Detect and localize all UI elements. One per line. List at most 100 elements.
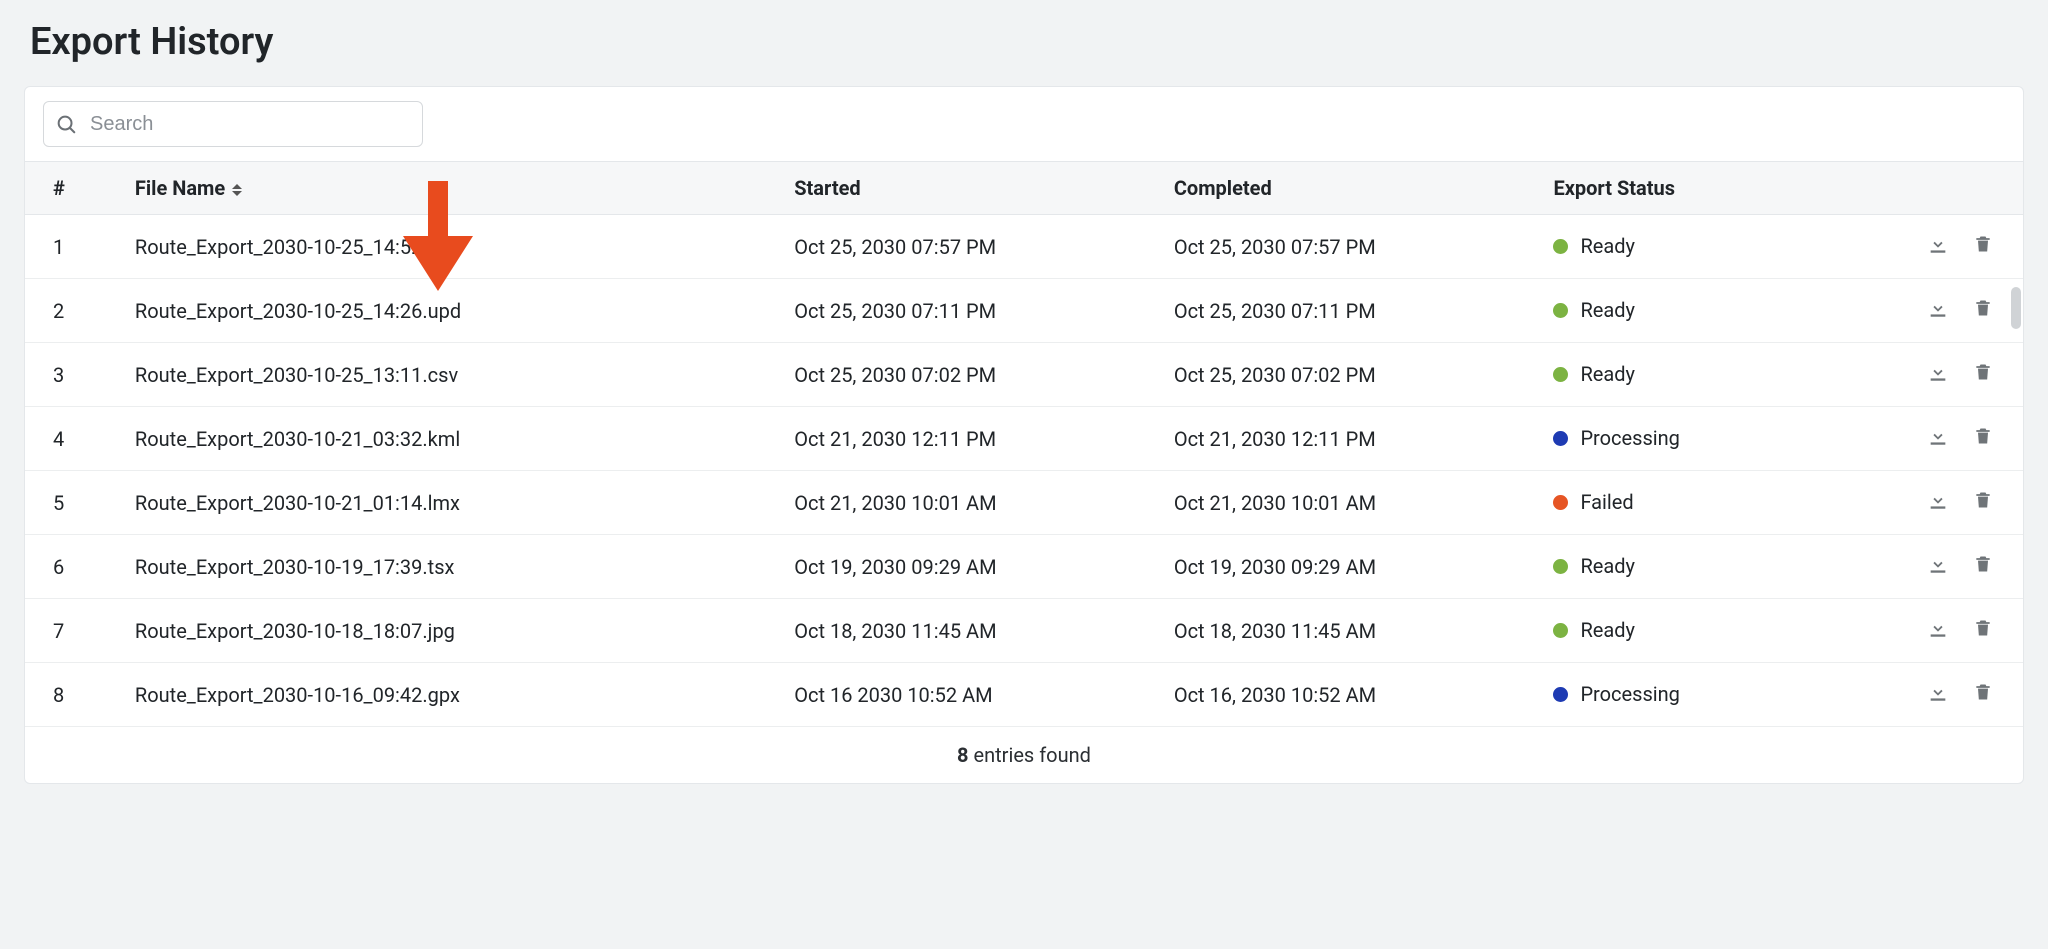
row-started: Oct 25, 2030 07:02 PM	[784, 343, 1164, 407]
search-icon	[55, 113, 77, 135]
table-row: 7Route_Export_2030-10-18_18:07.jpgOct 18…	[25, 599, 2023, 663]
status-label: Ready	[1580, 618, 1635, 642]
page-title: Export History	[30, 20, 2024, 64]
row-started: Oct 18, 2030 11:45 AM	[784, 599, 1164, 663]
trash-icon[interactable]	[1973, 489, 1993, 511]
col-header-filename-label: File Name	[135, 176, 225, 200]
trash-icon[interactable]	[1973, 681, 1993, 703]
table-row: 8Route_Export_2030-10-16_09:42.gpxOct 16…	[25, 663, 2023, 727]
trash-icon[interactable]	[1973, 553, 1993, 575]
status-label: Ready	[1580, 554, 1635, 578]
download-icon[interactable]	[1927, 297, 1949, 319]
entries-count: 8 entries found	[25, 726, 2023, 783]
status-label: Ready	[1580, 298, 1635, 322]
download-icon[interactable]	[1927, 425, 1949, 447]
row-started: Oct 21, 2030 10:01 AM	[784, 471, 1164, 535]
row-index: 2	[25, 279, 125, 343]
row-actions	[1823, 663, 2023, 727]
trash-icon[interactable]	[1973, 617, 1993, 639]
row-status: Ready	[1543, 599, 1823, 663]
row-actions	[1823, 599, 2023, 663]
row-completed: Oct 25, 2030 07:02 PM	[1164, 343, 1544, 407]
row-actions	[1823, 343, 2023, 407]
row-filename: Route_Export_2030-10-16_09:42.gpx	[125, 663, 784, 727]
row-completed: Oct 21, 2030 12:11 PM	[1164, 407, 1544, 471]
status-dot-icon	[1553, 687, 1568, 702]
row-actions	[1823, 535, 2023, 599]
col-header-filename[interactable]: File Name	[125, 162, 784, 215]
row-index: 5	[25, 471, 125, 535]
row-index: 8	[25, 663, 125, 727]
row-started: Oct 25, 2030 07:57 PM	[784, 215, 1164, 279]
row-filename: Route_Export_2030-10-19_17:39.tsx	[125, 535, 784, 599]
entries-count-number: 8	[957, 743, 968, 767]
status-dot-icon	[1553, 559, 1568, 574]
download-icon[interactable]	[1927, 553, 1949, 575]
row-status: Failed	[1543, 471, 1823, 535]
status-dot-icon	[1553, 367, 1568, 382]
row-filename: Route_Export_2030-10-21_03:32.kml	[125, 407, 784, 471]
scrollbar-thumb[interactable]	[2011, 287, 2021, 329]
row-completed: Oct 25, 2030 07:11 PM	[1164, 279, 1544, 343]
trash-icon[interactable]	[1973, 233, 1993, 255]
col-header-actions	[1823, 162, 2023, 215]
status-dot-icon	[1553, 431, 1568, 446]
trash-icon[interactable]	[1973, 361, 1993, 383]
row-completed: Oct 18, 2030 11:45 AM	[1164, 599, 1544, 663]
trash-icon[interactable]	[1973, 425, 1993, 447]
status-dot-icon	[1553, 623, 1568, 638]
row-status: Processing	[1543, 663, 1823, 727]
row-index: 1	[25, 215, 125, 279]
table-header-row: # File Name Started Completed Export Sta…	[25, 162, 2023, 215]
row-filename: Route_Export_2030-10-25_14:52.xml	[125, 215, 784, 279]
row-actions	[1823, 471, 2023, 535]
table-row: 3Route_Export_2030-10-25_13:11.csvOct 25…	[25, 343, 2023, 407]
export-history-card: # File Name Started Completed Export Sta…	[24, 86, 2024, 784]
status-label: Processing	[1580, 682, 1679, 706]
row-index: 7	[25, 599, 125, 663]
status-label: Ready	[1580, 362, 1635, 386]
row-completed: Oct 21, 2030 10:01 AM	[1164, 471, 1544, 535]
row-completed: Oct 25, 2030 07:57 PM	[1164, 215, 1544, 279]
row-status: Processing	[1543, 407, 1823, 471]
row-status: Ready	[1543, 279, 1823, 343]
status-dot-icon	[1553, 303, 1568, 318]
row-status: Ready	[1543, 535, 1823, 599]
sort-icon	[232, 184, 242, 196]
table-row: 6Route_Export_2030-10-19_17:39.tsxOct 19…	[25, 535, 2023, 599]
row-actions	[1823, 279, 2023, 343]
row-completed: Oct 16, 2030 10:52 AM	[1164, 663, 1544, 727]
row-started: Oct 19, 2030 09:29 AM	[784, 535, 1164, 599]
col-header-completed[interactable]: Completed	[1164, 162, 1544, 215]
row-status: Ready	[1543, 343, 1823, 407]
table-row: 5Route_Export_2030-10-21_01:14.lmxOct 21…	[25, 471, 2023, 535]
download-icon[interactable]	[1927, 489, 1949, 511]
row-filename: Route_Export_2030-10-25_13:11.csv	[125, 343, 784, 407]
download-icon[interactable]	[1927, 617, 1949, 639]
col-header-index[interactable]: #	[25, 162, 125, 215]
row-started: Oct 21, 2030 12:11 PM	[784, 407, 1164, 471]
download-icon[interactable]	[1927, 361, 1949, 383]
status-label: Processing	[1580, 426, 1679, 450]
row-status: Ready	[1543, 215, 1823, 279]
row-actions	[1823, 407, 2023, 471]
status-dot-icon	[1553, 239, 1568, 254]
row-index: 4	[25, 407, 125, 471]
entries-count-suffix: entries found	[969, 743, 1091, 767]
table-row: 1Route_Export_2030-10-25_14:52.xmlOct 25…	[25, 215, 2023, 279]
row-filename: Route_Export_2030-10-21_01:14.lmx	[125, 471, 784, 535]
row-filename: Route_Export_2030-10-25_14:26.upd	[125, 279, 784, 343]
search-input[interactable]	[43, 101, 423, 147]
trash-icon[interactable]	[1973, 297, 1993, 319]
col-header-started[interactable]: Started	[784, 162, 1164, 215]
row-index: 3	[25, 343, 125, 407]
col-header-status[interactable]: Export Status	[1543, 162, 1823, 215]
status-label: Ready	[1580, 234, 1635, 258]
row-index: 6	[25, 535, 125, 599]
download-icon[interactable]	[1927, 233, 1949, 255]
download-icon[interactable]	[1927, 681, 1949, 703]
row-actions	[1823, 215, 2023, 279]
row-started: Oct 16 2030 10:52 AM	[784, 663, 1164, 727]
table-row: 4Route_Export_2030-10-21_03:32.kmlOct 21…	[25, 407, 2023, 471]
row-filename: Route_Export_2030-10-18_18:07.jpg	[125, 599, 784, 663]
